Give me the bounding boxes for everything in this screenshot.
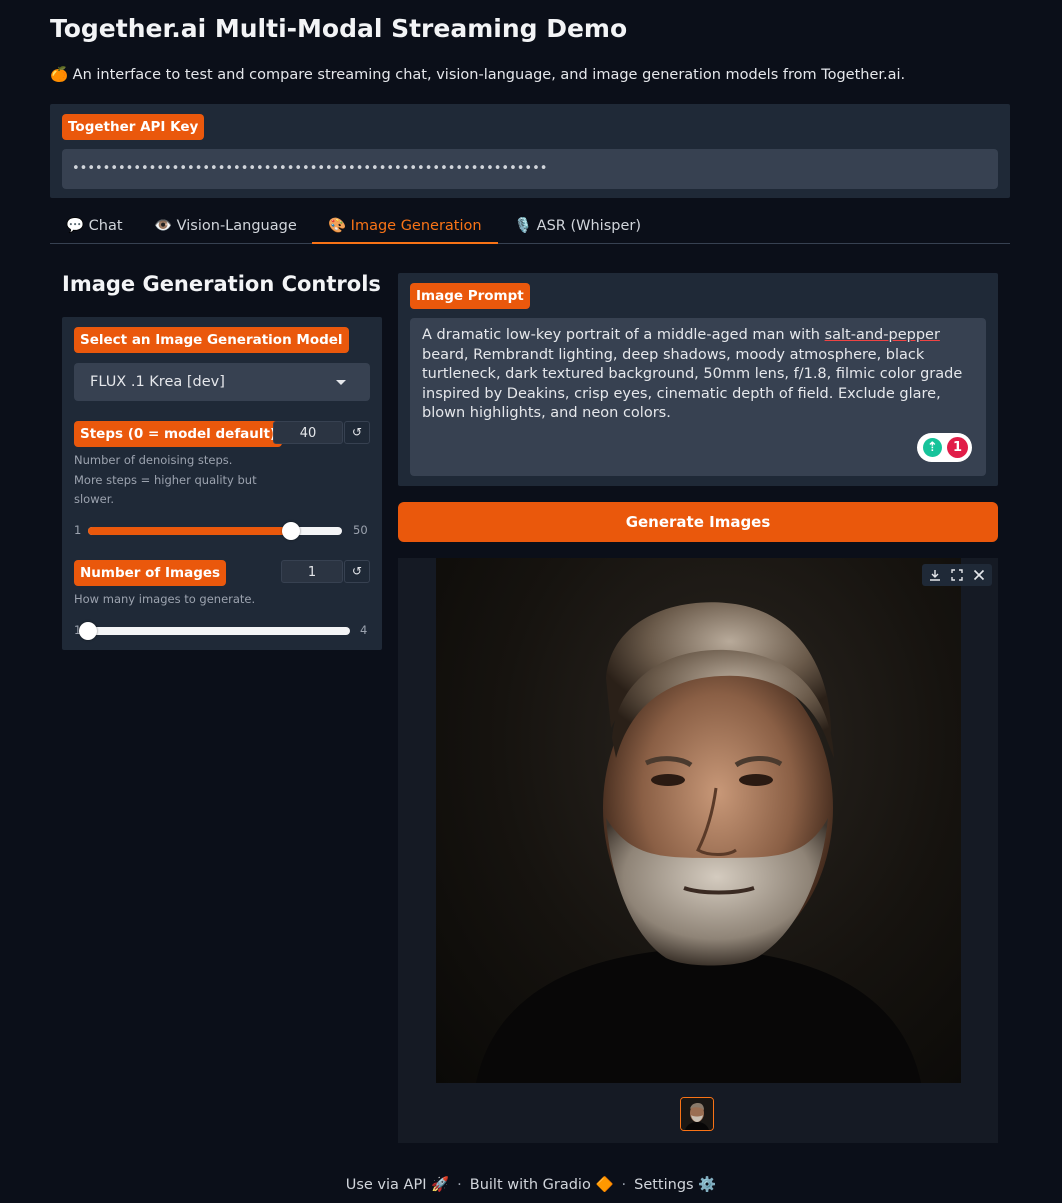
gear-icon: ⚙️ <box>698 1177 717 1193</box>
use-via-api-link[interactable]: Use via API 🚀 <box>346 1177 449 1193</box>
page-title: Together.ai Multi-Modal Streaming Demo <box>50 14 628 43</box>
gallery-thumbnail[interactable] <box>680 1097 714 1131</box>
steps-slider[interactable] <box>88 522 342 540</box>
num-images-reset-button[interactable]: ↺ <box>344 560 370 583</box>
orange-emoji-icon: 🍊 <box>50 67 69 83</box>
page-subtitle: 🍊 An interface to test and compare strea… <box>50 66 905 83</box>
num-images-info: How many images to generate. <box>74 592 256 606</box>
tab-vision-language[interactable]: 👁️ Vision-Language <box>138 210 313 242</box>
footer-separator: · <box>621 1177 627 1193</box>
tab-asr-whisper-label: ASR (Whisper) <box>536 218 641 234</box>
eye-icon: 👁️ <box>154 218 173 234</box>
microphone-icon: 🎙️ <box>514 218 533 234</box>
model-dropdown[interactable]: FLUX .1 Krea [dev] <box>74 363 370 401</box>
api-key-panel: Together API Key •••••••••••••••••••••••… <box>50 104 1010 198</box>
generate-images-button[interactable]: Generate Images <box>398 502 998 542</box>
prompt-panel: Image Prompt A dramatic low-key portrait… <box>398 273 998 486</box>
api-key-label: Together API Key <box>62 114 205 140</box>
generated-portrait-image[interactable] <box>436 558 961 1083</box>
steps-slider-fill <box>88 527 292 535</box>
settings-link[interactable]: Settings ⚙️ <box>634 1177 716 1193</box>
num-images-label: Number of Images <box>74 560 227 586</box>
steps-label: Steps (0 = model default) <box>74 421 283 447</box>
num-images-slider-thumb[interactable] <box>79 622 97 640</box>
controls-heading: Image Generation Controls <box>62 272 381 296</box>
steps-info: Number of denoising steps. More steps = … <box>74 451 257 510</box>
grammarly-issue-count: 1 <box>947 437 968 458</box>
built-with-gradio-link[interactable]: Built with Gradio 🔶 <box>470 1177 614 1193</box>
steps-min-label: 1 <box>74 523 82 537</box>
api-key-input[interactable]: ••••••••••••••••••••••••••••••••••••••••… <box>62 149 998 189</box>
prompt-textarea[interactable]: A dramatic low-key portrait of a middle-… <box>410 318 986 476</box>
model-dropdown-value: FLUX .1 Krea [dev] <box>90 374 225 390</box>
gallery-toolbar <box>922 564 992 586</box>
gradio-logo-icon: 🔶 <box>595 1177 614 1193</box>
num-images-max-label: 4 <box>360 623 368 637</box>
steps-max-label: 50 <box>353 523 368 537</box>
grammarly-icon: ⇡ <box>923 438 942 457</box>
speech-bubble-icon: 💬 <box>66 218 85 234</box>
chevron-down-icon <box>336 380 346 385</box>
steps-slider-thumb[interactable] <box>282 522 301 540</box>
close-icon[interactable] <box>968 565 990 585</box>
prompt-text: A dramatic low-key portrait of a middle-… <box>422 327 825 343</box>
rocket-icon: 🚀 <box>431 1177 450 1193</box>
tab-chat[interactable]: 💬 Chat <box>50 210 139 242</box>
footer-settings-label: Settings <box>634 1177 694 1193</box>
tab-image-generation[interactable]: 🎨 Image Generation <box>312 210 498 244</box>
fullscreen-icon[interactable] <box>946 565 968 585</box>
footer-api-label: Use via API <box>345 1177 427 1193</box>
num-images-slider[interactable] <box>79 622 350 640</box>
steps-info-line: slower. <box>74 492 115 506</box>
grammarly-widget[interactable]: ⇡ 1 <box>917 433 972 462</box>
palette-icon: 🎨 <box>328 218 347 234</box>
footer-built-label: Built with Gradio <box>469 1177 591 1193</box>
download-icon[interactable] <box>924 565 946 585</box>
prompt-flagged-word[interactable]: salt-and-pepper <box>825 327 940 343</box>
steps-number-input[interactable]: 40 <box>273 421 343 444</box>
tab-asr-whisper[interactable]: 🎙️ ASR (Whisper) <box>498 210 657 242</box>
steps-info-line: More steps = higher quality but <box>74 472 257 487</box>
footer: Use via API 🚀 · Built with Gradio 🔶 · Settin… <box>0 1176 1062 1193</box>
footer-separator: · <box>457 1177 462 1193</box>
steps-reset-button[interactable]: ↺ <box>344 421 370 444</box>
subtitle-text: An interface to test and compare streami… <box>72 67 906 83</box>
tab-chat-label: Chat <box>88 218 123 234</box>
tab-bar: 💬 Chat 👁️ Vision-Language 🎨 Image Genera… <box>50 210 1010 244</box>
tab-image-generation-label: Image Generation <box>350 218 482 234</box>
steps-info-line: Number of denoising steps. <box>74 453 233 467</box>
num-images-number-input[interactable]: 1 <box>281 560 343 583</box>
tab-vision-language-label: Vision-Language <box>176 218 297 234</box>
model-select-label: Select an Image Generation Model <box>74 327 349 353</box>
image-gallery <box>398 558 998 1143</box>
prompt-text: beard, Rembrandt lighting, deep shadows,… <box>422 346 963 422</box>
controls-panel: Select an Image Generation Model FLUX .1… <box>62 317 382 650</box>
portrait-illustration <box>476 602 921 1083</box>
thumbnail-portrait <box>681 1098 713 1130</box>
prompt-label: Image Prompt <box>410 283 530 309</box>
